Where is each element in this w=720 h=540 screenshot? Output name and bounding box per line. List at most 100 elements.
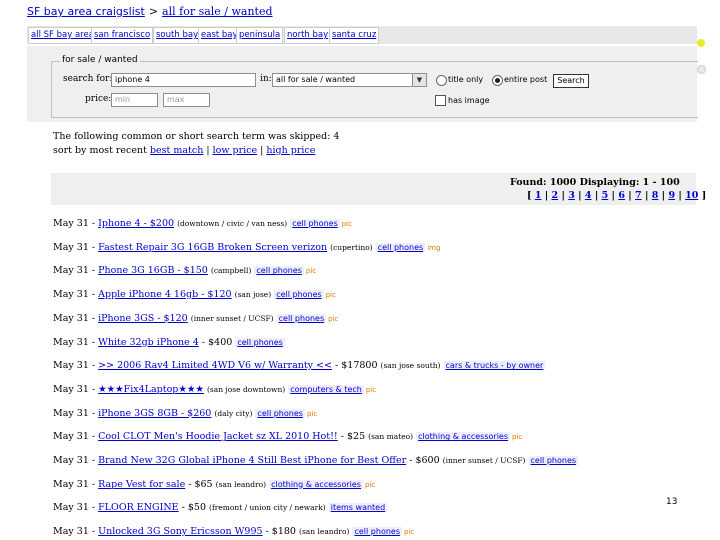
search-input[interactable]: iphone 4 [111, 73, 256, 87]
listing-category-link[interactable]: cell phones [352, 527, 402, 537]
sort-options: sort by most recent best match | low pri… [53, 145, 315, 156]
listing-row: May 31 - Cool CLOT Men's Hoodie Jacket s… [53, 431, 523, 443]
listing-pic-tag: pic [341, 220, 352, 228]
page-link[interactable]: 6 [618, 190, 625, 201]
listing-location: (fremont / union city / newark) [209, 503, 326, 513]
listing-location: (downtown / civic / van ness) [177, 219, 288, 228]
page-separator: | [558, 190, 569, 201]
search-button[interactable]: Search [553, 74, 589, 88]
listing-category-link[interactable]: cell phones [255, 408, 305, 418]
listing-row: May 31 - iPhone 3GS 8GB - $260 (daly cit… [53, 407, 318, 419]
category-select[interactable]: all for sale / wanted ▼ [272, 73, 427, 87]
listing-date: May 31 [53, 383, 89, 395]
listing-category-link[interactable]: cars & trucks - by owner [443, 361, 546, 371]
listing-date: May 31 [53, 407, 89, 419]
listing-date: May 31 [53, 265, 89, 277]
slide-number: 13 [666, 497, 678, 507]
listing-title-link[interactable]: Phone 3G 16GB - $150 [98, 265, 208, 276]
breadcrumb: SF bay area craigslist > all for sale / wa… [27, 5, 273, 18]
listing-row: May 31 - ★★★Fix4Laptop★★★ (san jose down… [53, 383, 377, 395]
listing-row: May 31 - Brand New 32G Global iPhone 4 S… [53, 455, 579, 466]
page-separator: | [608, 190, 619, 201]
listing-category-link[interactable]: cell phones [274, 290, 324, 300]
listing-price: $50 [187, 502, 207, 514]
tab-san-francisco[interactable]: san francisco [91, 27, 154, 44]
entire-post-radio[interactable] [492, 75, 503, 86]
listing-price: $180 [271, 526, 296, 538]
page-separator: | [591, 190, 602, 201]
listing-category-link[interactable]: items wanted [328, 503, 388, 513]
sort-low-price-link[interactable]: low price [213, 145, 258, 156]
listing-location: (campbell) [210, 266, 252, 276]
pagination: [ 1 | 2 | 3 | 4 | 5 | 6 | 7 | 8 | 9 | 10… [527, 190, 706, 201]
listing-title-link[interactable]: Fastest Repair 3G 16GB Broken Screen ver… [98, 242, 327, 253]
listing-row: May 31 - FLOOR ENGINE - $50 (fremont / u… [53, 502, 388, 514]
page-separator: | [658, 190, 669, 201]
page-link[interactable]: 3 [568, 190, 575, 201]
listing-row: May 31 - Phone 3G 16GB - $150 (campbell)… [53, 265, 317, 277]
tab-south-bay[interactable]: south bay [153, 27, 202, 44]
tab-north-bay[interactable]: north bay [284, 27, 332, 44]
listing-pic-tag: pic [328, 314, 339, 323]
listing-title-link[interactable]: Unlocked 3G Sony Ericsson W995 [98, 526, 262, 537]
listing-row: May 31 - White 32gb iPhone 4 - $400 cell… [53, 336, 285, 348]
listing-category-link[interactable]: clothing & accessories [269, 479, 363, 489]
listing-price: $600 [415, 455, 440, 466]
listing-title-link[interactable]: iPhone 3GS 8GB - $260 [98, 408, 211, 419]
listing-category-link[interactable]: cell phones [528, 456, 579, 465]
tab-all-sf-bay-area[interactable]: all SF bay area [28, 27, 97, 44]
max-price-input[interactable]: max [163, 93, 210, 107]
listing-title-link[interactable]: ★★★Fix4Laptop★★★ [98, 384, 204, 395]
site-home-link[interactable]: SF bay area craigslist [27, 5, 145, 18]
listing-pic-tag: img [427, 243, 441, 252]
tab-east-bay[interactable]: east bay [198, 27, 241, 44]
listing-date: May 31 [53, 336, 89, 348]
skipped-term-notice: The following common or short search ter… [53, 131, 340, 142]
sort-high-price-link[interactable]: high price [266, 145, 315, 156]
search-for-label: search for: [63, 74, 113, 84]
section-link[interactable]: all for sale / wanted [162, 5, 273, 18]
sort-best-match-link[interactable]: best match [150, 145, 203, 156]
listing-category-link[interactable]: cell phones [254, 266, 304, 276]
min-price-input[interactable]: min [111, 93, 158, 107]
listing-category-link[interactable]: cell phones [290, 219, 340, 228]
title-only-radio[interactable] [436, 75, 447, 86]
price-label: price: [85, 94, 112, 104]
tab-peninsula[interactable]: peninsula [236, 27, 284, 44]
listing-category-link[interactable]: cell phones [276, 313, 327, 323]
listing-category-link[interactable]: cell phones [375, 242, 426, 252]
page-separator: | [641, 190, 652, 201]
listing-title-link[interactable]: FLOOR ENGINE [98, 502, 179, 513]
listing-title-link[interactable]: White 32gb iPhone 4 [98, 337, 199, 348]
listing-date: May 31 [53, 526, 89, 538]
listing-location: (daly city) [214, 408, 253, 418]
listing-row: May 31 - Apple iPhone 4 16gb - $120 (san… [53, 289, 336, 301]
listing-title-link[interactable]: Cool CLOT Men's Hoodie Jacket sz XL 2010… [98, 431, 338, 442]
has-image-checkbox[interactable] [435, 95, 446, 106]
listing-row: May 31 - Iphone 4 - $200 (downtown / civ… [53, 218, 352, 229]
listing-location: (inner sunset / UCSF) [442, 456, 526, 465]
listing-pic-tag: pic [404, 528, 415, 537]
listing-category-link[interactable]: cell phones [235, 337, 285, 347]
slide-bullet-yellow [697, 39, 705, 47]
listing-category-link[interactable]: clothing & accessories [416, 432, 511, 442]
listing-title-link[interactable]: >> 2006 Rav4 Limited 4WD V6 w/ Warranty … [98, 360, 332, 371]
listing-date: May 31 [53, 312, 89, 324]
page-separator: | [541, 190, 552, 201]
listing-title-link[interactable]: Iphone 4 - $200 [98, 218, 174, 229]
tab-santa-cruz[interactable]: santa cruz [329, 27, 380, 44]
page-link[interactable]: 7 [635, 190, 642, 201]
listing-title-link[interactable]: Rape Vest for sale [98, 479, 185, 490]
listing-date: May 31 [53, 455, 89, 466]
listing-location: (san mateo) [368, 432, 414, 442]
listing-title-link[interactable]: Apple iPhone 4 16gb - $120 [98, 289, 231, 300]
listing-date: May 31 [53, 289, 89, 301]
listing-category-link[interactable]: computers & tech [288, 384, 364, 394]
listing-title-link[interactable]: iPhone 3GS - $120 [98, 313, 188, 324]
listing-location: (cupertino) [330, 242, 373, 252]
page-link[interactable]: 10 [685, 190, 698, 201]
listing-pic-tag: pic [512, 433, 523, 442]
listing-row: May 31 - Fastest Repair 3G 16GB Broken S… [53, 241, 441, 253]
listing-title-link[interactable]: Brand New 32G Global iPhone 4 Still Best… [98, 455, 406, 466]
page-link[interactable]: 4 [585, 190, 592, 201]
